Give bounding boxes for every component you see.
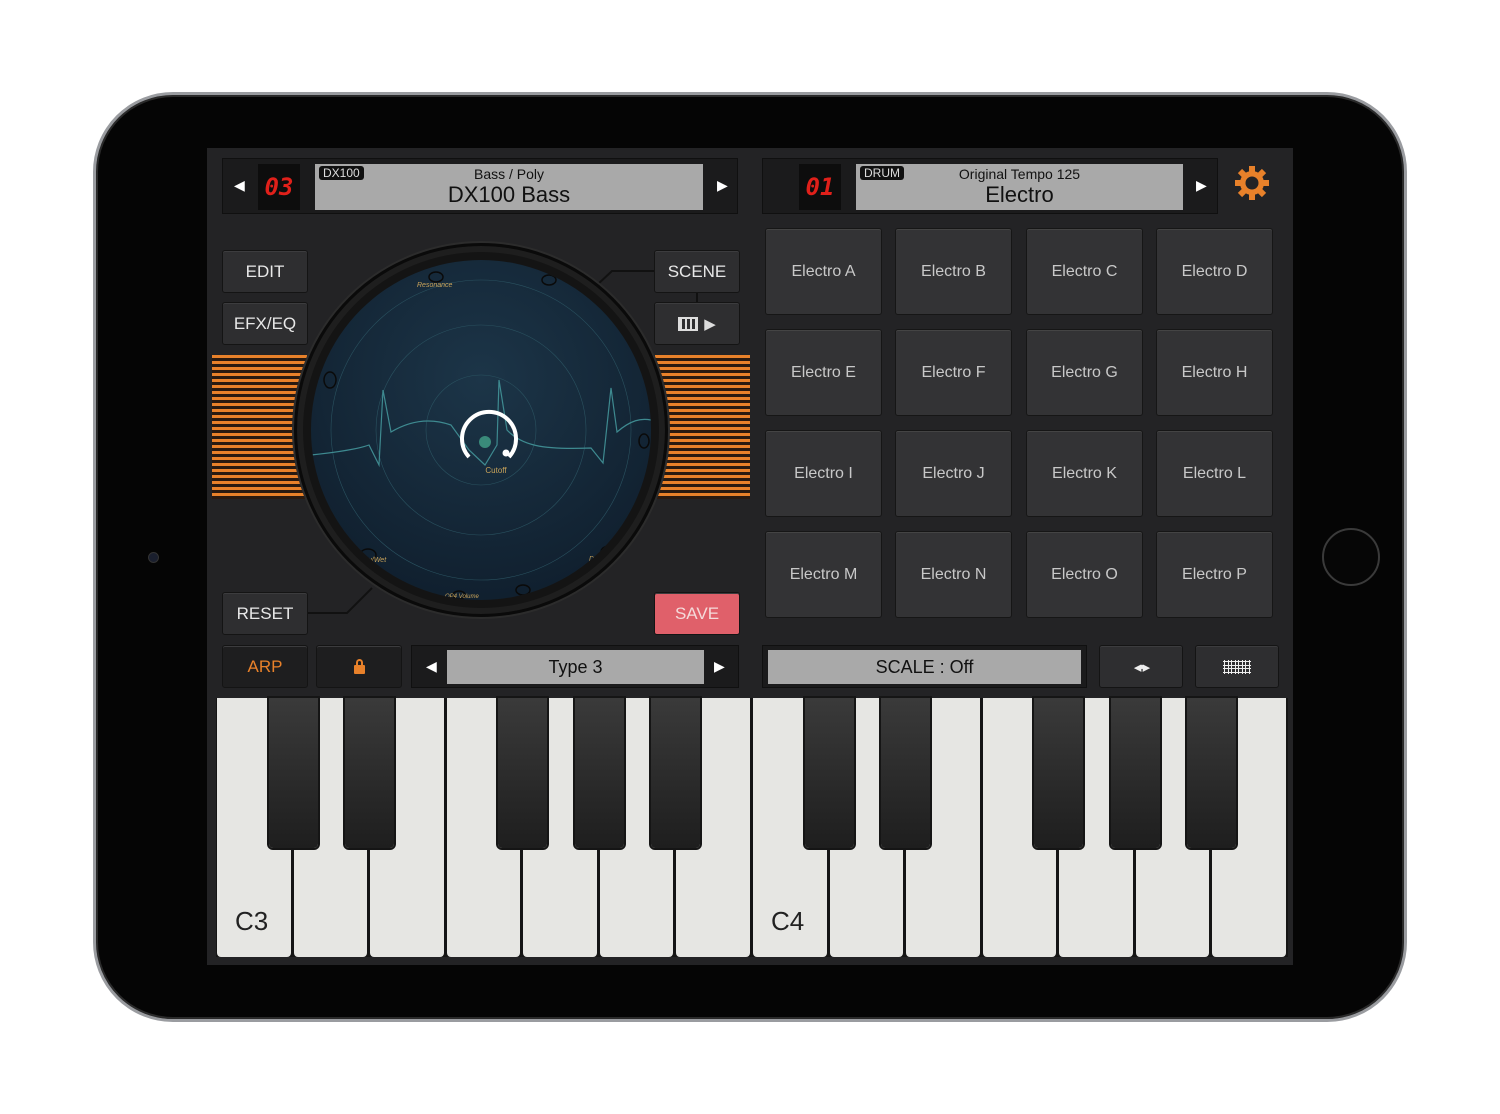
next-kit-icon[interactable]: ▶: [1196, 177, 1207, 194]
drum-pad[interactable]: Electro J: [895, 430, 1012, 517]
black-key[interactable]: [651, 698, 701, 848]
drum-tag: DRUM: [860, 166, 904, 180]
drum-pad[interactable]: Electro O: [1026, 531, 1143, 618]
drum-pad[interactable]: Electro I: [765, 430, 882, 517]
lock-button[interactable]: [316, 645, 402, 688]
drum-pad[interactable]: Electro A: [765, 228, 882, 315]
knob-label-op4-volume: OP4 Volume: [445, 594, 479, 600]
drum-subtitle: Original Tempo 125: [958, 166, 1081, 182]
piano-icon: [678, 316, 699, 331]
waveform-display: [311, 271, 651, 600]
prev-type-icon[interactable]: ◀: [426, 658, 437, 675]
black-key[interactable]: [1187, 698, 1237, 848]
pad-grid-button[interactable]: [1195, 645, 1279, 688]
drum-kit-display[interactable]: DRUM Original Tempo 125 Electro: [856, 164, 1183, 210]
next-type-icon[interactable]: ▶: [714, 658, 725, 675]
transpose-button[interactable]: ◂•▸: [1099, 645, 1183, 688]
black-key[interactable]: [574, 698, 624, 848]
black-key[interactable]: [498, 698, 548, 848]
knob-label-resonance: Resonance: [417, 282, 453, 289]
drum-pad[interactable]: Electro G: [1026, 329, 1143, 416]
app-screen: ◀ 03 DX100 Bass / Poly DX100 Bass ▶ 01 D…: [207, 148, 1293, 965]
scene-button[interactable]: SCENE: [654, 250, 740, 293]
knob-pad[interactable]: Resonance Dry/Wet Dry/Wet OP4 Volume Cut…: [311, 260, 651, 600]
drum-pad[interactable]: Electro L: [1156, 430, 1273, 517]
arp-type-selector: ◀ Type 3 ▶: [411, 645, 739, 688]
drum-pad[interactable]: Electro C: [1026, 228, 1143, 315]
scale-display[interactable]: SCALE : Off: [768, 650, 1081, 684]
octave-label: C3: [235, 906, 269, 936]
drum-pad[interactable]: Electro B: [895, 228, 1012, 315]
arp-type-display[interactable]: Type 3: [447, 650, 704, 684]
lock-icon: [353, 658, 365, 674]
black-key[interactable]: [268, 698, 318, 848]
black-key[interactable]: [1110, 698, 1160, 848]
save-button[interactable]: SAVE: [654, 592, 740, 635]
gear-icon[interactable]: [1234, 165, 1270, 201]
drum-pad[interactable]: Electro P: [1156, 531, 1273, 618]
drum-kit-name: Electro: [985, 182, 1054, 207]
drum-pad[interactable]: Electro F: [895, 329, 1012, 416]
reset-button[interactable]: RESET: [222, 592, 308, 635]
arrows-left-right-icon: ◂•▸: [1133, 658, 1150, 676]
edit-button[interactable]: EDIT: [222, 250, 308, 293]
keyboard-play-button[interactable]: ▶: [654, 302, 740, 345]
black-key[interactable]: [345, 698, 395, 848]
black-key[interactable]: [881, 698, 931, 848]
knob-label-dry-wet-right: Dry/Wet: [589, 556, 615, 563]
knob-label-dry-wet-left: Dry/Wet: [361, 557, 387, 564]
efx-eq-button[interactable]: EFX/EQ: [222, 302, 308, 345]
drum-pad[interactable]: Electro N: [895, 531, 1012, 618]
drum-pad[interactable]: Electro H: [1156, 329, 1273, 416]
drum-pad[interactable]: Electro M: [765, 531, 882, 618]
cutoff-label: Cutoff: [485, 466, 507, 475]
scale-selector: SCALE : Off: [762, 645, 1087, 688]
play-icon: ▶: [704, 315, 716, 333]
drum-kit-selector: 01 DRUM Original Tempo 125 Electro ▶: [762, 158, 1218, 214]
black-key[interactable]: [804, 698, 854, 848]
arp-button[interactable]: ARP: [222, 645, 308, 688]
drum-program-number: 01: [799, 164, 841, 210]
drum-pad[interactable]: Electro K: [1026, 430, 1143, 517]
home-button[interactable]: [1322, 528, 1380, 586]
piano-keyboard: C3 C4: [216, 698, 1288, 957]
drum-pad[interactable]: Electro D: [1156, 228, 1273, 315]
octave-label: C4: [771, 906, 805, 936]
grid-icon: [1223, 659, 1251, 674]
black-key[interactable]: [1034, 698, 1084, 848]
camera: [148, 552, 159, 563]
drum-pad[interactable]: Electro E: [765, 329, 882, 416]
